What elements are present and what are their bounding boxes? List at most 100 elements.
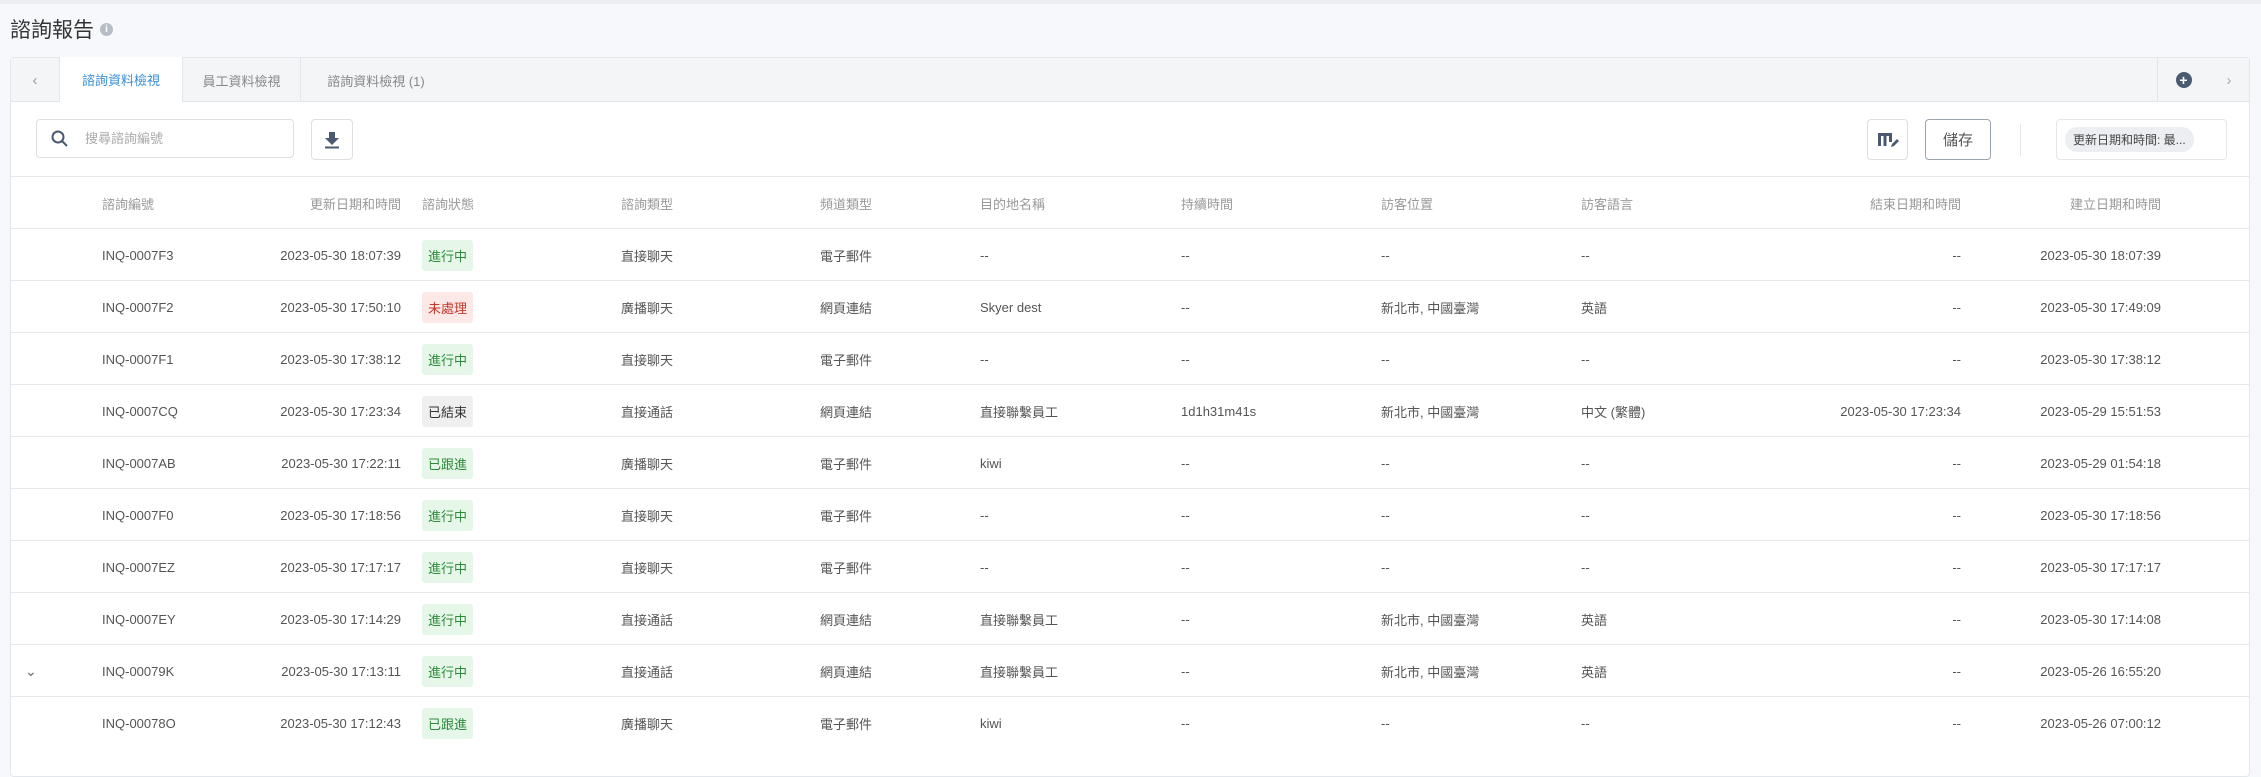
cell-inquiry-type: 直接通話 bbox=[621, 612, 674, 628]
table-row[interactable]: INQ-0007CQ 2023-05-30 17:23:34 已結束 直接通話 網頁連結… bbox=[11, 384, 2249, 436]
cell-ended-at: -- bbox=[1952, 507, 1961, 523]
tab-scroll-left-icon[interactable]: ‹ bbox=[11, 58, 59, 102]
save-button[interactable]: 儲存 bbox=[1925, 119, 1991, 160]
status-badge: 進行中 bbox=[422, 551, 474, 583]
cell-duration: 1d1h31m41s bbox=[1181, 403, 1257, 419]
table-row[interactable]: INQ-0007AB 2023-05-30 17:22:11 已跟進 廣播聊天 電子郵件… bbox=[11, 436, 2249, 488]
add-tab-icon[interactable]: + bbox=[2175, 72, 2192, 88]
table-row[interactable]: INQ-0007F2 2023-05-30 17:50:10 未處理 廣播聊天 網頁連結… bbox=[11, 280, 2249, 332]
cell-created-at: 2023-05-30 17:14:08 bbox=[2040, 611, 2161, 627]
cell-visitor-location: 新北市, 中國臺灣 bbox=[1381, 404, 1480, 420]
cell-updated-at: 2023-05-30 17:22:11 bbox=[281, 455, 401, 471]
search-input[interactable] bbox=[85, 131, 275, 146]
sort-filter-box[interactable]: 更新日期和時間: 最... bbox=[2056, 119, 2227, 160]
cell-inquiry-type: 直接通話 bbox=[621, 404, 674, 420]
tab-inquiry-view[interactable]: 諮詢資料檢視 bbox=[59, 57, 183, 102]
column-header-visitor-location[interactable]: 訪客位置 bbox=[1381, 177, 1571, 229]
cell-status: 進行中 bbox=[422, 593, 522, 645]
sort-chip[interactable]: 更新日期和時間: 最... bbox=[2065, 127, 2194, 152]
column-header-created-at[interactable]: 建立日期和時間 bbox=[1961, 177, 2161, 229]
download-button[interactable] bbox=[311, 119, 353, 160]
cell-visitor-language: 中文 (繁體) bbox=[1581, 404, 1646, 420]
cell-duration: -- bbox=[1181, 559, 1190, 575]
cell-created-at: 2023-05-29 01:54:18 bbox=[2040, 455, 2161, 471]
cell-channel-type: 網頁連結 bbox=[820, 612, 873, 628]
status-badge: 已結束 bbox=[422, 395, 474, 427]
cell-destination: kiwi bbox=[980, 715, 1002, 731]
expand-row-chevron-down-icon[interactable]: ⌄ bbox=[25, 645, 37, 697]
cell-visitor-location: -- bbox=[1381, 559, 1390, 575]
cell-visitor-location: -- bbox=[1381, 247, 1390, 263]
table-row[interactable]: INQ-0007F3 2023-05-30 18:07:39 進行中 直接聊天 電子郵件… bbox=[11, 228, 2249, 280]
cell-visitor-language: 英語 bbox=[1581, 664, 1608, 680]
cell-status: 進行中 bbox=[422, 229, 522, 281]
column-header-inquiry-type[interactable]: 諮詢類型 bbox=[621, 177, 771, 229]
cell-ended-at: -- bbox=[1952, 715, 1961, 731]
cell-destination: 直接聯繫員工 bbox=[980, 664, 1059, 680]
cell-channel-type: 電子郵件 bbox=[820, 456, 873, 472]
cell-channel-type: 電子郵件 bbox=[820, 508, 873, 524]
cell-visitor-language: 英語 bbox=[1581, 300, 1608, 316]
cell-inquiry-id: INQ-0007EY bbox=[102, 611, 176, 627]
column-header-ended-at[interactable]: 結束日期和時間 bbox=[1761, 177, 1961, 229]
cell-updated-at: 2023-05-30 17:17:17 bbox=[280, 559, 401, 575]
cell-visitor-language: 英語 bbox=[1581, 612, 1608, 628]
tab-bar: ‹ 諮詢資料檢視 員工資料檢視 諮詢資料檢視 (1) + › bbox=[11, 57, 2249, 102]
column-header-status[interactable]: 諮詢狀態 bbox=[422, 177, 522, 229]
cell-inquiry-type: 廣播聊天 bbox=[621, 716, 674, 732]
cell-status: 已跟進 bbox=[422, 437, 522, 489]
table-row[interactable]: INQ-00078O 2023-05-30 17:12:43 已跟進 廣播聊天 電子郵件… bbox=[11, 696, 2249, 748]
tab-actions: + › bbox=[2157, 58, 2249, 102]
cell-updated-at: 2023-05-30 17:12:43 bbox=[280, 715, 401, 731]
cell-visitor-location: 新北市, 中國臺灣 bbox=[1381, 300, 1480, 316]
column-header-updated-at[interactable]: 更新日期和時間 bbox=[241, 177, 401, 229]
cell-ended-at: -- bbox=[1952, 663, 1961, 679]
tab-scroll-right-icon[interactable]: › bbox=[2227, 72, 2232, 89]
cell-destination: -- bbox=[980, 247, 989, 263]
cell-visitor-location: -- bbox=[1381, 715, 1390, 731]
cell-ended-at: -- bbox=[1952, 455, 1961, 471]
column-header-destination[interactable]: 目的地名稱 bbox=[980, 177, 1170, 229]
column-header-channel-type[interactable]: 頻道類型 bbox=[820, 177, 970, 229]
cell-ended-at: -- bbox=[1952, 247, 1961, 263]
cell-status: 已結束 bbox=[422, 385, 522, 437]
table-row[interactable]: ⌄ INQ-00079K 2023-05-30 17:13:11 進行中 直接通話 網頁連… bbox=[11, 644, 2249, 696]
column-header-visitor-language[interactable]: 訪客語言 bbox=[1581, 177, 1771, 229]
table-row[interactable]: INQ-0007EZ 2023-05-30 17:17:17 進行中 直接聊天 電子郵件… bbox=[11, 540, 2249, 592]
tab-staff-view[interactable]: 員工資料檢視 bbox=[183, 58, 301, 102]
info-icon[interactable]: i bbox=[100, 22, 113, 36]
status-badge: 未處理 bbox=[422, 291, 474, 323]
cell-updated-at: 2023-05-30 17:38:12 bbox=[280, 351, 401, 367]
cell-inquiry-type: 直接聊天 bbox=[621, 560, 674, 576]
cell-status: 進行中 bbox=[422, 541, 522, 593]
cell-duration: -- bbox=[1181, 455, 1190, 471]
cell-created-at: 2023-05-26 16:55:20 bbox=[2040, 663, 2161, 679]
column-header-inquiry-id[interactable]: 諮詢編號 bbox=[102, 177, 232, 229]
cell-updated-at: 2023-05-30 17:18:56 bbox=[280, 507, 401, 523]
cell-inquiry-type: 直接通話 bbox=[621, 664, 674, 680]
tab-inquiry-view-1[interactable]: 諮詢資料檢視 (1) bbox=[301, 58, 451, 102]
cell-visitor-language: -- bbox=[1581, 715, 1590, 731]
cell-channel-type: 電子郵件 bbox=[820, 716, 873, 732]
status-badge: 已跟進 bbox=[422, 707, 474, 739]
edit-columns-button[interactable] bbox=[1867, 119, 1908, 160]
cell-destination: -- bbox=[980, 351, 989, 367]
table-row[interactable]: INQ-0007EY 2023-05-30 17:14:29 進行中 直接通話 網頁連結… bbox=[11, 592, 2249, 644]
table-row[interactable]: INQ-0007F1 2023-05-30 17:38:12 進行中 直接聊天 電子郵件… bbox=[11, 332, 2249, 384]
cell-updated-at: 2023-05-30 17:13:11 bbox=[281, 663, 401, 679]
cell-visitor-language: -- bbox=[1581, 351, 1590, 367]
cell-channel-type: 網頁連結 bbox=[820, 300, 873, 316]
cell-destination: Skyer dest bbox=[980, 299, 1042, 315]
column-header-duration[interactable]: 持續時間 bbox=[1181, 177, 1371, 229]
status-badge: 進行中 bbox=[422, 655, 474, 687]
cell-inquiry-id: INQ-0007F2 bbox=[102, 299, 174, 315]
cell-duration: -- bbox=[1181, 351, 1190, 367]
cell-visitor-language: -- bbox=[1581, 507, 1590, 523]
table-row[interactable]: INQ-0007F0 2023-05-30 17:18:56 進行中 直接聊天 電子郵件… bbox=[11, 488, 2249, 540]
cell-inquiry-id: INQ-00078O bbox=[102, 715, 176, 731]
status-badge: 進行中 bbox=[422, 239, 474, 271]
cell-visitor-location: 新北市, 中國臺灣 bbox=[1381, 612, 1480, 628]
search-box[interactable] bbox=[36, 119, 294, 158]
cell-ended-at: -- bbox=[1952, 559, 1961, 575]
status-badge: 進行中 bbox=[422, 343, 474, 375]
